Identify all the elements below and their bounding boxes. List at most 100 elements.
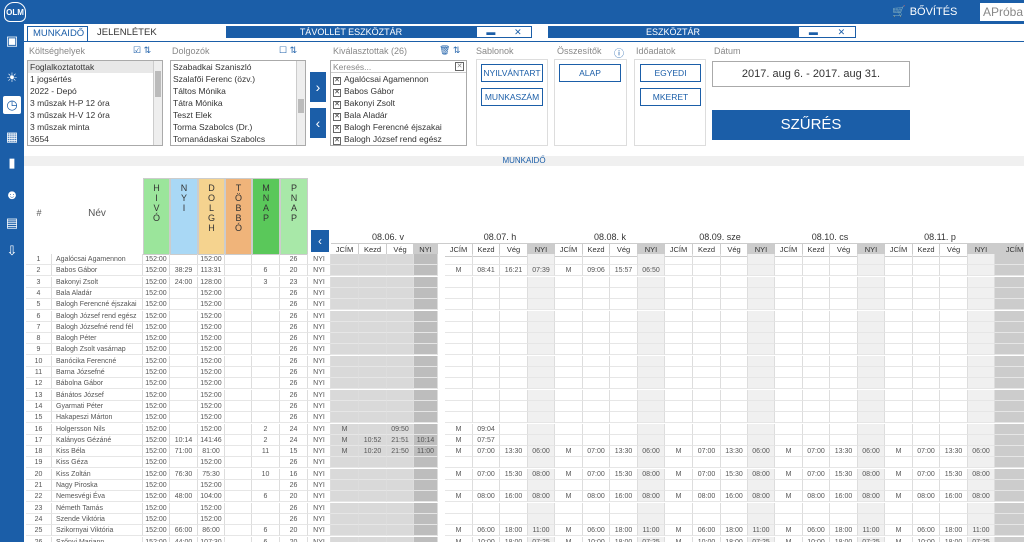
time-cell[interactable] — [331, 299, 359, 311]
time-cell[interactable]: 08:00 — [748, 468, 775, 480]
time-cell[interactable] — [638, 287, 665, 299]
time-cell[interactable] — [775, 276, 803, 288]
time-cell[interactable] — [555, 254, 583, 265]
summary-column-header[interactable]: H I V Ó — [143, 178, 170, 255]
time-cell[interactable] — [500, 254, 528, 265]
time-cell[interactable] — [665, 367, 693, 378]
time-cell[interactable] — [445, 333, 473, 345]
time-cell[interactable] — [748, 423, 775, 435]
time-cell[interactable]: 18:00 — [500, 536, 528, 542]
time-cell[interactable] — [693, 333, 721, 345]
time-cell[interactable] — [473, 502, 500, 514]
time-cell[interactable] — [555, 367, 583, 378]
time-cell[interactable] — [885, 276, 913, 288]
close-icon[interactable]: ✕ — [514, 27, 522, 37]
time-cell[interactable]: 13:30 — [830, 446, 858, 458]
time-cell[interactable] — [748, 367, 775, 378]
time-cell[interactable] — [721, 254, 748, 265]
remove-item-icon[interactable]: ✕ — [333, 101, 341, 109]
time-cell[interactable] — [500, 299, 528, 311]
time-cell[interactable]: 08:00 — [913, 491, 940, 503]
time-cell[interactable] — [830, 389, 858, 401]
time-cell[interactable] — [665, 389, 693, 401]
time-cell[interactable]: M — [665, 525, 693, 537]
remove-item-icon[interactable]: ✕ — [333, 125, 341, 133]
time-cell[interactable] — [583, 321, 610, 333]
time-cell[interactable] — [414, 265, 438, 277]
calendar-icon[interactable]: ▦ — [3, 128, 21, 146]
time-cell[interactable] — [968, 423, 995, 435]
time-cell[interactable] — [387, 378, 414, 390]
time-cell[interactable] — [721, 400, 748, 412]
time-cell[interactable] — [500, 310, 528, 322]
time-cell[interactable] — [830, 412, 858, 424]
time-cell[interactable]: 06:00 — [528, 446, 555, 458]
time-cell[interactable]: 13:30 — [610, 446, 638, 458]
remove-item-icon[interactable]: ✕ — [333, 89, 341, 97]
time-cell[interactable]: M — [445, 468, 473, 480]
time-cell[interactable]: 07:25 — [528, 536, 555, 542]
time-cell[interactable] — [885, 321, 913, 333]
time-cell[interactable] — [693, 265, 721, 277]
time-cell[interactable]: 07:00 — [803, 446, 830, 458]
time-cell[interactable] — [638, 276, 665, 288]
time-cell[interactable] — [665, 457, 693, 469]
time-cell[interactable]: 11:00 — [528, 525, 555, 537]
time-cell[interactable]: 07:25 — [748, 536, 775, 542]
time-cell[interactable] — [638, 333, 665, 345]
time-cell[interactable] — [610, 287, 638, 299]
time-cell[interactable]: 09:06 — [583, 265, 610, 277]
time-cell[interactable] — [748, 378, 775, 390]
time-cell[interactable]: 16:00 — [610, 491, 638, 503]
time-cell[interactable] — [583, 355, 610, 367]
minimize-icon[interactable]: ▬ — [486, 27, 495, 37]
time-cell[interactable]: 07:57 — [473, 434, 500, 446]
time-cell[interactable] — [940, 287, 968, 299]
time-cell[interactable] — [331, 536, 359, 542]
time-cell[interactable] — [359, 378, 387, 390]
time-cell[interactable] — [638, 400, 665, 412]
time-cell[interactable] — [610, 276, 638, 288]
time-cell[interactable] — [359, 355, 387, 367]
time-cell[interactable] — [500, 480, 528, 491]
time-cell[interactable] — [995, 310, 1024, 322]
time-cell[interactable] — [665, 287, 693, 299]
time-cell[interactable] — [693, 276, 721, 288]
time-cell[interactable] — [473, 355, 500, 367]
check-none-icon[interactable]: ☐ ⇅ — [279, 45, 297, 56]
time-cell[interactable] — [414, 480, 438, 491]
time-cell[interactable] — [638, 378, 665, 390]
time-cell[interactable] — [555, 423, 583, 435]
time-cell[interactable] — [359, 536, 387, 542]
time-cell[interactable]: 15:57 — [610, 265, 638, 277]
time-cell[interactable]: M — [885, 536, 913, 542]
time-cell[interactable] — [858, 299, 885, 311]
time-cell[interactable] — [583, 502, 610, 514]
time-cell[interactable] — [913, 389, 940, 401]
time-cell[interactable] — [500, 276, 528, 288]
time-cell[interactable] — [331, 468, 359, 480]
time-cell[interactable] — [995, 412, 1024, 424]
time-cell[interactable]: M — [665, 446, 693, 458]
time-cell[interactable] — [885, 355, 913, 367]
time-cell[interactable] — [555, 502, 583, 514]
date-range-field[interactable]: 2017. aug 6. - 2017. aug 31. — [712, 61, 910, 87]
time-cell[interactable] — [610, 434, 638, 446]
time-cell[interactable] — [968, 299, 995, 311]
time-cell[interactable] — [995, 423, 1024, 435]
time-cell[interactable] — [473, 480, 500, 491]
time-cell[interactable] — [995, 299, 1024, 311]
time-cell[interactable] — [331, 378, 359, 390]
time-cell[interactable] — [885, 299, 913, 311]
time-cell[interactable]: 16:00 — [721, 491, 748, 503]
time-cell[interactable] — [693, 457, 721, 469]
time-cell[interactable] — [638, 355, 665, 367]
time-cell[interactable] — [775, 344, 803, 356]
time-cell[interactable] — [858, 434, 885, 446]
time-cell[interactable] — [940, 412, 968, 424]
time-cell[interactable] — [500, 287, 528, 299]
time-cell[interactable]: 07:00 — [473, 468, 500, 480]
list-item[interactable]: Torma Szabolcs (Dr.) — [171, 121, 305, 133]
time-cell[interactable] — [693, 412, 721, 424]
time-cell[interactable] — [721, 513, 748, 525]
